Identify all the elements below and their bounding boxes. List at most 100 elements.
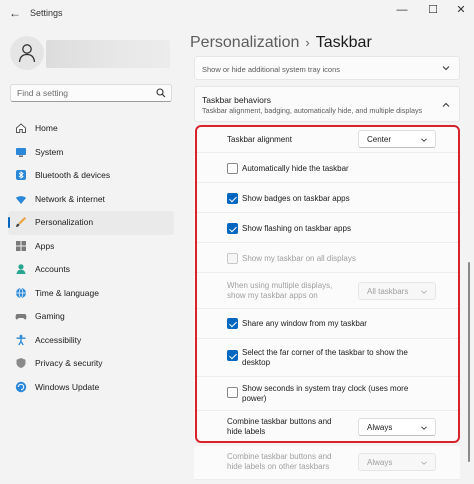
close-button[interactable]: ✕: [452, 3, 470, 17]
combine-label-line2: hide labels: [227, 427, 266, 436]
sidebar-item-apps[interactable]: Apps: [8, 235, 174, 259]
title-bar: ← Settings — ☐ ✕: [0, 0, 474, 28]
sidebar-item-personalization[interactable]: Personalization: [8, 211, 174, 235]
sidebar-item-label: Network & internet: [35, 193, 105, 204]
chevron-up-icon: [442, 102, 450, 107]
taskbar-alignment-label: Taskbar alignment: [227, 135, 292, 144]
dropdown-value: All taskbars: [367, 287, 409, 296]
seconds-checkbox[interactable]: [227, 387, 238, 398]
combine-other-dropdown: Always: [358, 453, 436, 471]
sidebar-item-label: Privacy & security: [35, 358, 103, 368]
badges-label: Show badges on taskbar apps: [242, 194, 350, 203]
app-title: Settings: [30, 8, 63, 18]
seconds-label-line2: power): [242, 394, 267, 403]
sidebar-item-network[interactable]: Network & internet: [8, 188, 174, 212]
auto-hide-checkbox[interactable]: [227, 163, 238, 174]
flashing-checkbox[interactable]: [227, 223, 238, 234]
sidebar-item-gaming[interactable]: Gaming: [8, 305, 174, 329]
sidebar-item-system[interactable]: System: [8, 141, 174, 165]
flashing-label: Show flashing on taskbar apps: [242, 224, 351, 233]
combine-other-label-line2: hide labels on other taskbars: [227, 462, 330, 471]
far-corner-label-line2: desktop: [242, 358, 271, 367]
search-placeholder: Find a setting: [17, 88, 69, 98]
tray-icons-card[interactable]: Show or hide additional system tray icon…: [194, 56, 460, 80]
combine-other-row: Combine taskbar buttons and hide labels …: [194, 446, 460, 480]
auto-hide-row[interactable]: Automatically hide the taskbar: [194, 153, 460, 183]
sidebar-item-label: Bluetooth & devices: [35, 170, 111, 180]
breadcrumb-parent[interactable]: Personalization: [190, 34, 299, 51]
minimize-button[interactable]: —: [393, 3, 411, 17]
sidebar-nav: Home System Bluetooth & devices Network …: [8, 117, 174, 399]
sidebar-item-accounts[interactable]: Accounts: [8, 258, 174, 282]
brush-icon: [16, 217, 26, 227]
update-icon: [15, 381, 27, 392]
chevron-down-icon: [421, 426, 427, 430]
all-displays-label: Show my taskbar on all displays: [242, 254, 356, 263]
section-title: Taskbar behaviors: [202, 95, 271, 105]
account-name-redacted: [46, 40, 170, 68]
breadcrumb-separator: ›: [305, 35, 310, 50]
sidebar-item-time-language[interactable]: Time & language: [8, 282, 174, 306]
far-corner-label-line1: Select the far corner of the taskbar to …: [242, 348, 408, 357]
chevron-down-icon: [421, 461, 427, 465]
sidebar-item-bluetooth[interactable]: Bluetooth & devices: [8, 164, 174, 188]
combine-row: Combine taskbar buttons and hide labels …: [194, 411, 460, 443]
share-window-row[interactable]: Share any window from my taskbar: [194, 309, 460, 339]
breadcrumb: Personalization › Taskbar: [190, 34, 372, 52]
chevron-down-icon: [421, 138, 427, 142]
sidebar-item-home[interactable]: Home: [8, 117, 174, 141]
all-displays-checkbox: [227, 253, 238, 264]
sidebar-item-label: Accessibility: [35, 334, 82, 345]
far-corner-row[interactable]: Select the far corner of the taskbar to …: [194, 339, 460, 377]
section-subtitle: Taskbar alignment, badging, automaticall…: [202, 106, 423, 115]
system-icon: [16, 147, 26, 157]
seconds-label-line1: Show seconds in system tray clock (uses …: [242, 384, 409, 393]
search-input[interactable]: Find a setting: [10, 84, 172, 102]
sidebar-item-label: Time & language: [35, 287, 99, 298]
sidebar-item-label: Apps: [35, 240, 55, 251]
taskbar-alignment-dropdown[interactable]: Center: [358, 130, 436, 148]
chevron-down-icon: [421, 290, 427, 294]
apps-icon: [16, 240, 26, 251]
avatar[interactable]: [10, 36, 44, 70]
sidebar-item-privacy-security[interactable]: Privacy & security: [8, 352, 174, 376]
sidebar-item-label: Windows Update: [35, 381, 100, 392]
search-icon[interactable]: [156, 88, 166, 98]
share-window-label: Share any window from my taskbar: [242, 319, 367, 328]
user-icon: [18, 44, 36, 63]
taskbar-alignment-row: Taskbar alignment Center: [194, 126, 460, 153]
combine-label-line1: Combine taskbar buttons and: [227, 417, 332, 426]
combine-dropdown[interactable]: Always: [358, 418, 436, 436]
page-title: Taskbar: [315, 34, 372, 51]
share-window-checkbox[interactable]: [227, 318, 238, 329]
dropdown-value: Always: [367, 458, 393, 467]
badges-row[interactable]: Show badges on taskbar apps: [194, 183, 460, 213]
globe-icon: [16, 287, 26, 298]
sidebar-item-label: Gaming: [35, 311, 65, 321]
shield-icon: [16, 358, 26, 368]
multi-display-label-line1: When using multiple displays,: [227, 281, 333, 290]
maximize-button[interactable]: ☐: [424, 3, 442, 17]
sidebar-item-accessibility[interactable]: Accessibility: [8, 329, 174, 353]
network-icon: [16, 195, 26, 204]
combine-other-label-line1: Combine taskbar buttons and: [227, 452, 332, 461]
flashing-row[interactable]: Show flashing on taskbar apps: [194, 213, 460, 243]
dropdown-value: Center: [367, 135, 392, 144]
bluetooth-icon: [16, 170, 26, 180]
back-arrow-icon[interactable]: ←: [8, 5, 22, 21]
sidebar-item-windows-update[interactable]: Windows Update: [8, 376, 174, 400]
scrollbar[interactable]: [468, 262, 470, 462]
sidebar-item-label: System: [35, 146, 64, 157]
badges-checkbox[interactable]: [227, 193, 238, 204]
far-corner-checkbox[interactable]: [227, 350, 238, 361]
dropdown-value: Always: [367, 423, 393, 432]
seconds-row[interactable]: Show seconds in system tray clock (uses …: [194, 377, 460, 411]
tray-icons-text: Show or hide additional system tray icon…: [202, 65, 340, 74]
sidebar-item-label: Personalization: [35, 217, 94, 227]
accounts-icon: [16, 264, 26, 274]
sidebar-item-label: Home: [35, 123, 58, 133]
home-icon: [16, 123, 26, 133]
multi-display-label-line2: show my taskbar apps on: [227, 291, 318, 300]
gaming-icon: [15, 314, 27, 320]
all-displays-row: Show my taskbar on all displays: [194, 243, 460, 273]
